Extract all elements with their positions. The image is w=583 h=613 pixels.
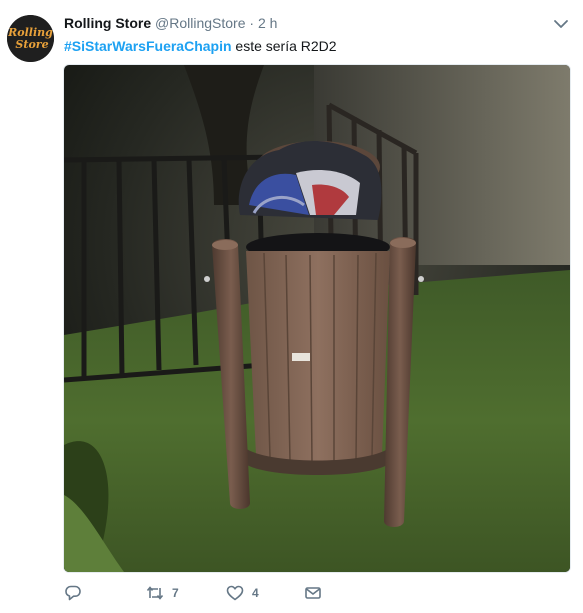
retweet-icon [146,586,164,600]
retweet-count: 7 [172,586,179,600]
retweet-button[interactable]: 7 [146,582,179,604]
user-handle[interactable]: @RollingStore [155,15,245,31]
display-name[interactable]: Rolling Store [64,15,151,31]
tweet-header: Rolling Store @RollingStore · 2 h [64,14,277,32]
hashtag-link[interactable]: #SiStarWarsFueraChapin [64,38,232,54]
heart-icon [226,585,244,601]
reply-icon [65,585,81,601]
envelope-icon [305,587,321,599]
tweet-photo[interactable] [63,64,571,573]
like-count: 4 [252,586,259,600]
chevron-down-icon[interactable] [553,17,569,29]
timestamp[interactable]: 2 h [258,15,277,31]
reply-button[interactable] [64,582,82,604]
tweet-body: este sería R2D2 [231,38,337,54]
separator-dot: · [249,15,255,31]
avatar-logo-text-2: Store [15,38,48,51]
direct-message-button[interactable] [304,582,322,604]
like-button[interactable]: 4 [226,582,259,604]
tweet-text: #SiStarWarsFueraChapin este sería R2D2 [64,37,337,55]
avatar[interactable]: Rolling Store [7,15,54,62]
tweet-card[interactable]: Rolling Store Rolling Store @RollingStor… [0,0,583,613]
